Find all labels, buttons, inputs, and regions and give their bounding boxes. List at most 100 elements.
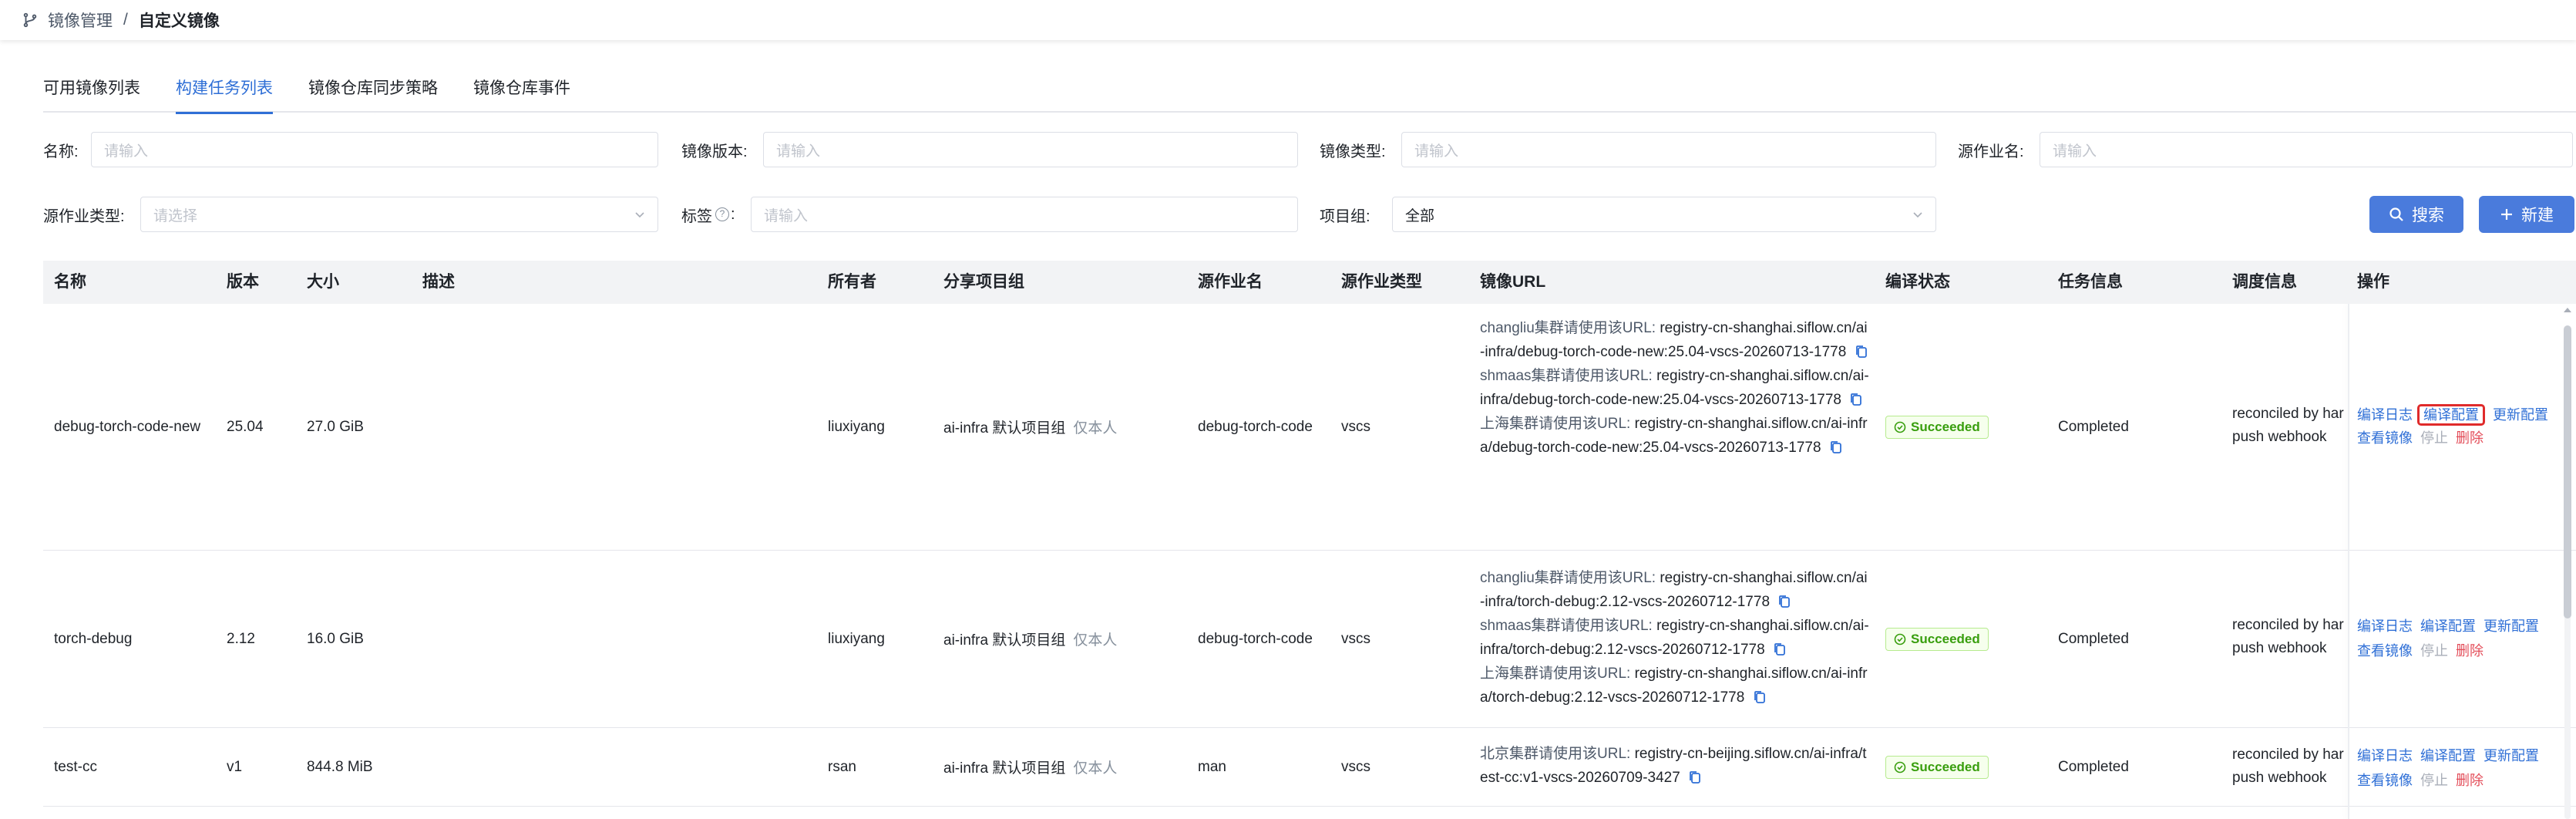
image-type-input[interactable]: 请输入 xyxy=(1401,132,1936,167)
scrollbar-thumb[interactable] xyxy=(2564,325,2571,618)
filter-project-group-label: 项目组: xyxy=(1320,207,1370,225)
search-button[interactable]: 搜索 xyxy=(2369,196,2463,233)
col-name: 名称 xyxy=(54,273,86,291)
filter-source-job-type: 源作业类型: 请选择 xyxy=(43,196,658,233)
row-source-job-type: vscs xyxy=(1341,630,1370,647)
breadcrumb: 镜像管理 / 自定义镜像 xyxy=(0,0,2576,40)
stop-link[interactable]: 停止 xyxy=(2420,430,2448,446)
col-schedule-info: 调度信息 xyxy=(2232,273,2297,291)
update-config-link[interactable]: 更新配置 xyxy=(2484,748,2539,763)
copy-icon[interactable] xyxy=(1754,690,1766,704)
scroll-up-icon[interactable] xyxy=(2563,305,2572,315)
update-config-link[interactable]: 更新配置 xyxy=(2493,407,2548,423)
filter-tags-label: 标签 ? : xyxy=(681,204,751,226)
view-image-link[interactable]: 查看镜像 xyxy=(2357,773,2413,788)
source-job-type-placeholder: 请选择 xyxy=(153,207,198,224)
row-name: debug-torch-code-new xyxy=(54,418,201,435)
delete-link[interactable]: 删除 xyxy=(2456,773,2484,788)
question-circle-icon[interactable]: ? xyxy=(715,207,729,221)
row-version: 25.04 xyxy=(227,418,264,435)
tab-registry-sync-policy[interactable]: 镜像仓库同步策略 xyxy=(308,65,438,113)
source-job-input[interactable]: 请输入 xyxy=(2040,132,2573,167)
col-source-job-type: 源作业类型 xyxy=(1341,273,1422,291)
row-build-status: Succeeded xyxy=(1885,728,1989,806)
filter-tags: 标签 ? : 请输入 xyxy=(681,196,1298,233)
view-image-link[interactable]: 查看镜像 xyxy=(2357,430,2413,446)
source-job-type-select[interactable]: 请选择 xyxy=(140,197,658,232)
row-actions: 编译日志 编译配置 更新配置 查看镜像 停止 删除 xyxy=(2357,614,2576,663)
schedule-line: reconciled by har xyxy=(2232,617,2344,633)
image-url-entry: 上海集群请使用该URL: registry-cn-shanghai.siflow… xyxy=(1480,662,1871,709)
row-owner: liuxiyang xyxy=(828,418,885,435)
copy-icon[interactable] xyxy=(1689,770,1701,784)
table-row: torch-debug 2.12 16.0 GiB liuxiyang ai-i… xyxy=(43,551,2576,728)
build-log-link[interactable]: 编译日志 xyxy=(2357,407,2413,423)
project-group-select[interactable]: 全部 xyxy=(1392,197,1936,232)
filter-source-job-label: 源作业名: xyxy=(1958,143,2024,160)
tab-build-tasks[interactable]: 构建任务列表 xyxy=(176,65,273,114)
status-badge: Succeeded xyxy=(1885,755,1989,779)
image-url-entry: changliu集群请使用该URL: registry-cn-shanghai.… xyxy=(1480,566,1871,614)
image-url-entry: shmaas集群请使用该URL: registry-cn-shanghai.si… xyxy=(1480,614,1871,662)
table-scrollbar[interactable] xyxy=(2561,305,2573,819)
copy-icon[interactable] xyxy=(1778,595,1791,608)
view-image-link[interactable]: 查看镜像 xyxy=(2357,643,2413,659)
delete-link[interactable]: 删除 xyxy=(2456,430,2484,446)
tab-registry-events[interactable]: 镜像仓库事件 xyxy=(473,65,570,113)
status-badge: Succeeded xyxy=(1885,415,1989,439)
url-cluster-label: 上海集群请使用该URL: xyxy=(1480,416,1631,432)
share-group-name: ai-infra 默认项目组 xyxy=(943,632,1066,649)
row-task-info: Completed xyxy=(2058,418,2129,435)
row-source-job-type: vscs xyxy=(1341,758,1370,775)
copy-icon[interactable] xyxy=(1855,345,1868,359)
name-input[interactable]: 请输入 xyxy=(91,132,658,167)
filter-image-type: 镜像类型: 请输入 xyxy=(1320,131,1936,168)
share-note: 仅本人 xyxy=(1073,420,1118,436)
copy-icon[interactable] xyxy=(1774,642,1786,656)
status-badge: Succeeded xyxy=(1885,627,1989,651)
build-log-link[interactable]: 编译日志 xyxy=(2357,618,2413,634)
stop-link[interactable]: 停止 xyxy=(2420,643,2448,659)
branch-icon xyxy=(23,12,37,28)
image-url-entry: shmaas集群请使用该URL: registry-cn-shanghai.si… xyxy=(1480,364,1871,412)
share-note: 仅本人 xyxy=(1073,632,1118,649)
filter-version-label: 镜像版本: xyxy=(681,143,748,160)
create-button-label: 新建 xyxy=(2521,207,2554,224)
copy-icon[interactable] xyxy=(1830,440,1842,454)
check-circle-icon xyxy=(1894,761,1906,773)
filter-version: 镜像版本: 请输入 xyxy=(681,131,1298,168)
row-share-group: ai-infra 默认项目组 仅本人 xyxy=(943,551,1117,727)
create-button[interactable]: 新建 xyxy=(2479,196,2574,233)
build-config-link[interactable]: 编译配置 xyxy=(2417,404,2485,426)
share-group-name: ai-infra 默认项目组 xyxy=(943,760,1066,777)
build-config-link[interactable]: 编译配置 xyxy=(2420,748,2476,763)
col-description: 描述 xyxy=(422,273,455,291)
stop-link[interactable]: 停止 xyxy=(2420,773,2448,788)
version-input[interactable]: 请输入 xyxy=(763,132,1298,167)
row-actions: 编译日志 编译配置 更新配置 查看镜像 停止 删除 xyxy=(2357,743,2576,793)
url-cluster-label: 上海集群请使用该URL: xyxy=(1480,666,1631,682)
build-log-link[interactable]: 编译日志 xyxy=(2357,748,2413,763)
row-size: 27.0 GiB xyxy=(307,418,364,435)
tags-input[interactable]: 请输入 xyxy=(751,197,1298,232)
breadcrumb-current: 自定义镜像 xyxy=(138,12,220,30)
copy-icon[interactable] xyxy=(1850,393,1862,406)
row-image-urls: changliu集群请使用该URL: registry-cn-shanghai.… xyxy=(1480,316,1871,460)
build-config-link[interactable]: 编译配置 xyxy=(2420,618,2476,634)
update-config-link[interactable]: 更新配置 xyxy=(2484,618,2539,634)
filter-source-job: 源作业名: 请输入 xyxy=(1958,131,2573,168)
status-text: Succeeded xyxy=(1911,759,1980,774)
schedule-line: push webhook xyxy=(2232,770,2327,786)
row-schedule-info: reconciled by har push webhook xyxy=(2232,614,2348,660)
row-share-group: ai-infra 默认项目组 仅本人 xyxy=(943,728,1117,806)
breadcrumb-parent[interactable]: 镜像管理 xyxy=(48,8,113,32)
filter-project-group: 项目组: 全部 xyxy=(1320,196,1936,233)
row-name: test-cc xyxy=(54,758,97,775)
row-build-status: Succeeded xyxy=(1885,551,1989,727)
check-circle-icon xyxy=(1894,633,1906,645)
tab-available-images[interactable]: 可用镜像列表 xyxy=(43,65,140,113)
delete-link[interactable]: 删除 xyxy=(2456,643,2484,659)
col-build-status: 编译状态 xyxy=(1885,273,1950,291)
project-group-value: 全部 xyxy=(1405,207,1435,224)
col-version: 版本 xyxy=(227,273,259,291)
